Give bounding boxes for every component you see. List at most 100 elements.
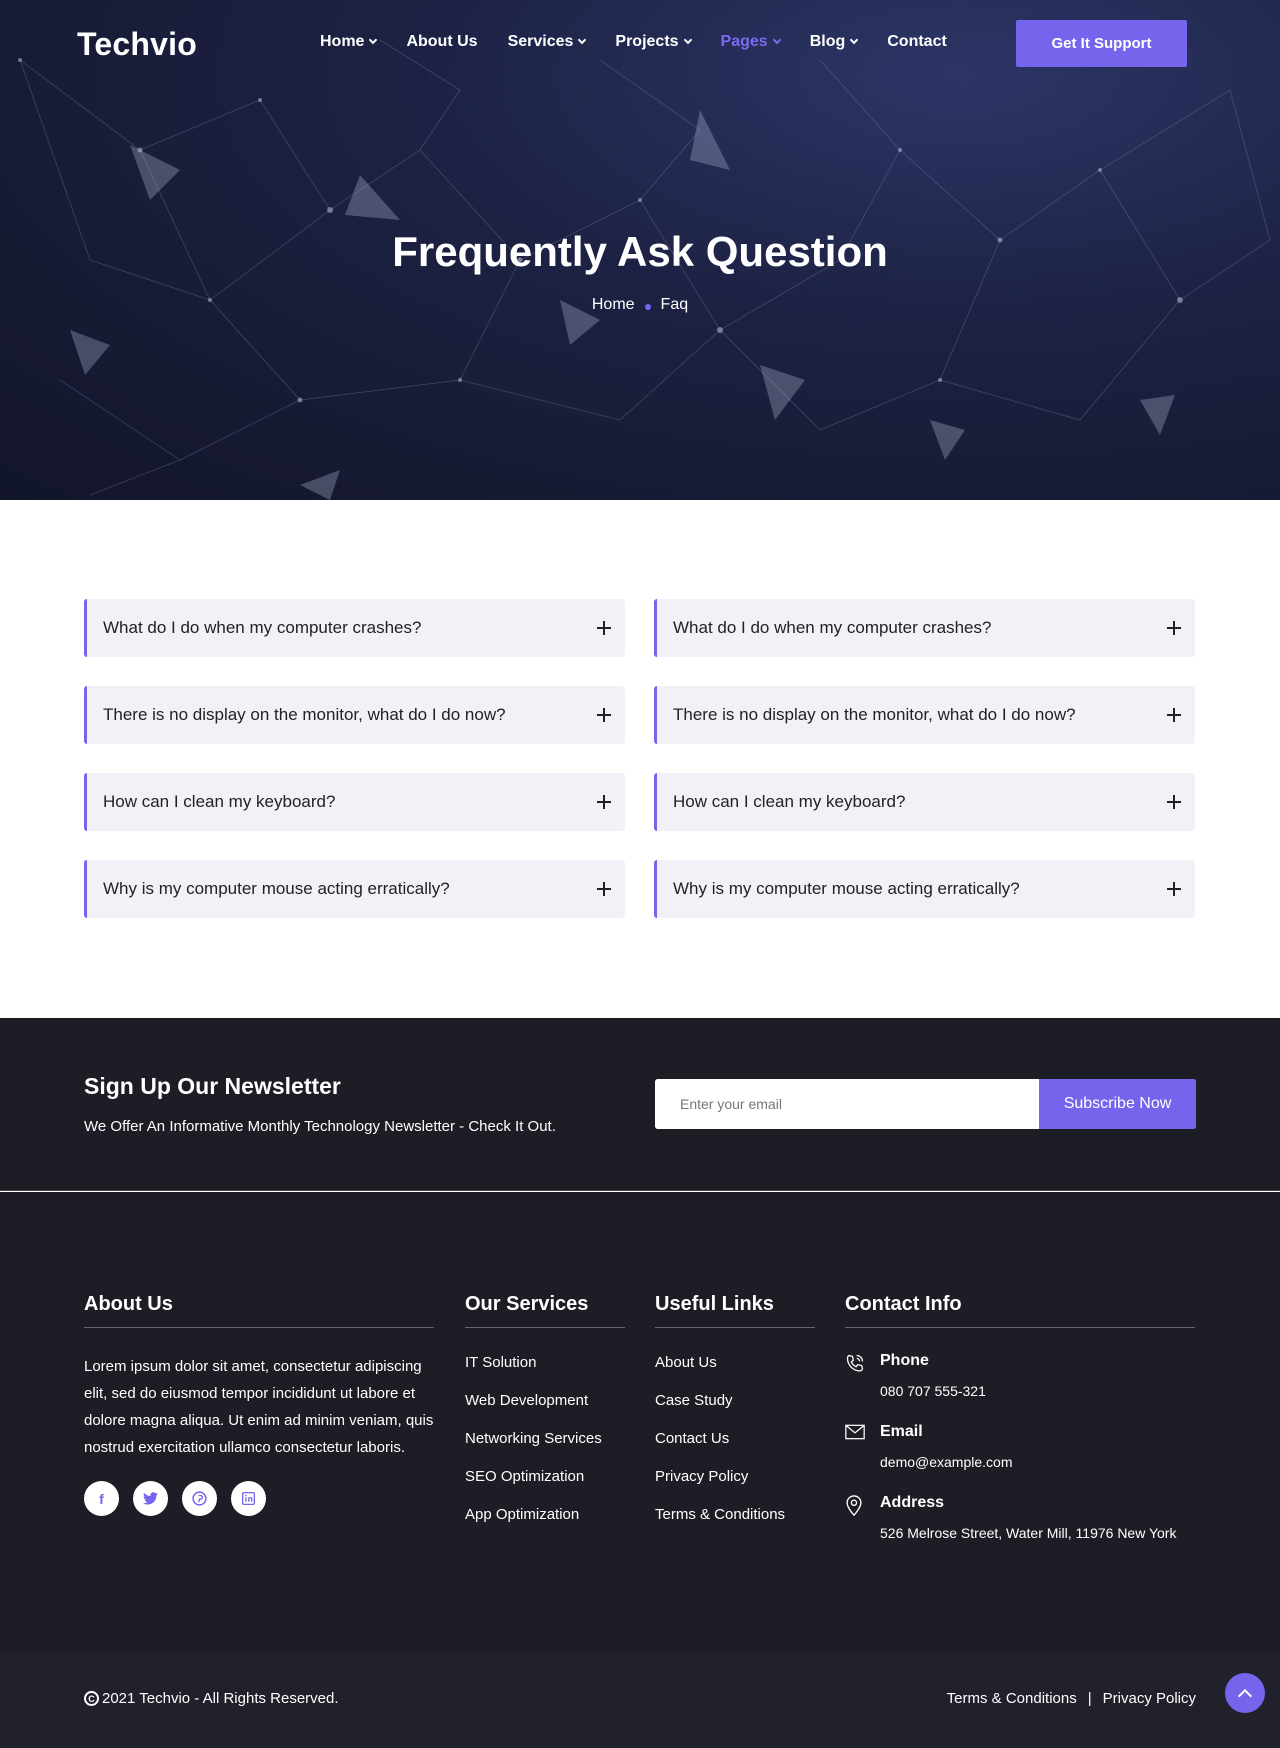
chevron-down-icon bbox=[849, 35, 859, 45]
footer-about-text: Lorem ipsum dolor sit amet, consectetur … bbox=[84, 1358, 434, 1456]
nav-pages[interactable]: Pages bbox=[721, 33, 781, 51]
plus-icon[interactable] bbox=[597, 795, 611, 809]
social-links: f bbox=[84, 1481, 434, 1516]
location-icon bbox=[845, 1494, 880, 1541]
chevron-down-icon bbox=[772, 35, 781, 45]
footer: About Us Lorem ipsum dolor sit amet, con… bbox=[0, 1192, 1280, 1652]
faq-item[interactable]: There is no display on the monitor, what… bbox=[84, 686, 625, 744]
footer-link[interactable]: About Us bbox=[655, 1354, 815, 1371]
copyright-icon: C bbox=[84, 1691, 99, 1706]
nav-home[interactable]: Home bbox=[320, 33, 378, 51]
faq-question: How can I clean my keyboard? bbox=[673, 792, 906, 811]
plus-icon[interactable] bbox=[1167, 621, 1181, 635]
faq-item[interactable]: Why is my computer mouse acting erratica… bbox=[654, 860, 1195, 918]
newsletter-form: Subscribe Now bbox=[655, 1079, 1196, 1129]
contact-label: Phone bbox=[880, 1352, 929, 1369]
copyright-text: 2021 Techvio - All Rights Reserved. bbox=[102, 1690, 339, 1707]
footer-link[interactable]: Privacy Policy bbox=[655, 1468, 815, 1485]
hero-banner: Techvio Home About Us Services Projects … bbox=[0, 0, 1280, 500]
footer-link[interactable]: App Optimization bbox=[465, 1506, 625, 1523]
footer-about-title: About Us bbox=[84, 1293, 434, 1328]
faq-question: How can I clean my keyboard? bbox=[103, 792, 336, 811]
site-logo[interactable]: Techvio bbox=[77, 26, 197, 63]
faq-question: What do I do when my computer crashes? bbox=[673, 618, 992, 637]
footer-link[interactable]: Case Study bbox=[655, 1392, 815, 1409]
linkedin-icon[interactable] bbox=[231, 1481, 266, 1516]
chevron-down-icon bbox=[683, 35, 692, 45]
copyright: C 2021 Techvio - All Rights Reserved. bbox=[84, 1690, 339, 1707]
chevron-down-icon bbox=[369, 35, 378, 45]
footer-services-title: Our Services bbox=[465, 1293, 625, 1328]
contact-label: Email bbox=[880, 1423, 923, 1440]
copyright-bar: C 2021 Techvio - All Rights Reserved. Te… bbox=[0, 1652, 1280, 1748]
email-input[interactable] bbox=[655, 1079, 1039, 1129]
footer-services: Our Services IT Solution Web Development… bbox=[465, 1293, 625, 1544]
faq-item[interactable]: How can I clean my keyboard? bbox=[84, 773, 625, 831]
main-nav: Home About Us Services Projects Pages Bl… bbox=[320, 33, 977, 51]
plus-icon[interactable] bbox=[597, 621, 611, 635]
faq-question: There is no display on the monitor, what… bbox=[673, 705, 1076, 724]
footer-about: About Us Lorem ipsum dolor sit amet, con… bbox=[84, 1293, 434, 1516]
chevron-up-icon bbox=[1237, 1688, 1253, 1703]
breadcrumb-home[interactable]: Home bbox=[592, 296, 635, 314]
subscribe-button[interactable]: Subscribe Now bbox=[1039, 1079, 1196, 1129]
back-to-top-button[interactable] bbox=[1225, 1673, 1265, 1713]
nav-about[interactable]: About Us bbox=[406, 33, 477, 51]
footer-contact-title: Contact Info bbox=[845, 1293, 1195, 1328]
pinterest-icon[interactable] bbox=[182, 1481, 217, 1516]
plus-icon[interactable] bbox=[597, 708, 611, 722]
footer-link[interactable]: Contact Us bbox=[655, 1430, 815, 1447]
faq-item[interactable]: How can I clean my keyboard? bbox=[654, 773, 1195, 831]
email-icon bbox=[845, 1423, 880, 1470]
faq-question: Why is my computer mouse acting erratica… bbox=[103, 879, 450, 898]
faq-item[interactable]: What do I do when my computer crashes? bbox=[654, 599, 1195, 657]
footer-contact: Contact Info Phone 080 707 555-321 Email… bbox=[845, 1293, 1195, 1541]
newsletter-title: Sign Up Our Newsletter bbox=[84, 1073, 341, 1099]
twitter-icon[interactable] bbox=[133, 1481, 168, 1516]
plus-icon[interactable] bbox=[1167, 795, 1181, 809]
contact-value: 526 Melrose Street, Water Mill, 11976 Ne… bbox=[880, 1525, 1177, 1541]
contact-address: Address 526 Melrose Street, Water Mill, … bbox=[845, 1494, 1195, 1541]
breadcrumb-separator bbox=[644, 304, 651, 310]
facebook-icon[interactable]: f bbox=[84, 1481, 119, 1516]
plus-icon[interactable] bbox=[1167, 708, 1181, 722]
contact-email: Email demo@example.com bbox=[845, 1423, 1195, 1470]
nav-blog[interactable]: Blog bbox=[810, 33, 859, 51]
privacy-link[interactable]: Privacy Policy bbox=[1103, 1690, 1196, 1707]
footer-useful-title: Useful Links bbox=[655, 1293, 815, 1328]
faq-question: Why is my computer mouse acting erratica… bbox=[673, 879, 1020, 898]
faq-question: What do I do when my computer crashes? bbox=[103, 618, 422, 637]
nav-contact[interactable]: Contact bbox=[887, 33, 947, 51]
contact-value[interactable]: 080 707 555-321 bbox=[880, 1383, 986, 1399]
footer-useful-links: Useful Links About Us Case Study Contact… bbox=[655, 1293, 815, 1544]
terms-link[interactable]: Terms & Conditions bbox=[947, 1690, 1077, 1707]
services-list: IT Solution Web Development Networking S… bbox=[465, 1354, 625, 1523]
plus-icon[interactable] bbox=[597, 882, 611, 896]
get-support-button[interactable]: Get It Support bbox=[1016, 20, 1187, 67]
breadcrumb-current: Faq bbox=[660, 296, 689, 313]
footer-link[interactable]: SEO Optimization bbox=[465, 1468, 625, 1485]
contact-value[interactable]: demo@example.com bbox=[880, 1454, 1013, 1470]
footer-link[interactable]: Networking Services bbox=[465, 1430, 625, 1447]
newsletter-section: Sign Up Our Newsletter We Offer An Infor… bbox=[0, 1018, 1280, 1191]
newsletter-subtitle: We Offer An Informative Monthly Technolo… bbox=[84, 1118, 556, 1135]
footer-link[interactable]: IT Solution bbox=[465, 1354, 625, 1371]
breadcrumb: Home Faq bbox=[0, 296, 1280, 314]
useful-links-list: About Us Case Study Contact Us Privacy P… bbox=[655, 1354, 815, 1523]
contact-phone: Phone 080 707 555-321 bbox=[845, 1352, 1195, 1399]
footer-link[interactable]: Terms & Conditions bbox=[655, 1506, 815, 1523]
contact-label: Address bbox=[880, 1494, 945, 1511]
plus-icon[interactable] bbox=[1167, 882, 1181, 896]
nav-projects[interactable]: Projects bbox=[615, 33, 692, 51]
page-title: Frequently Ask Question bbox=[392, 228, 888, 275]
phone-icon bbox=[845, 1352, 880, 1399]
legal-separator: | bbox=[1087, 1690, 1092, 1707]
faq-item[interactable]: Why is my computer mouse acting erratica… bbox=[84, 860, 625, 918]
nav-services[interactable]: Services bbox=[508, 33, 587, 51]
faq-question: There is no display on the monitor, what… bbox=[103, 705, 506, 724]
faq-item[interactable]: What do I do when my computer crashes? bbox=[84, 599, 625, 657]
chevron-down-icon bbox=[578, 35, 587, 45]
legal-links: Terms & Conditions | Privacy Policy bbox=[947, 1690, 1196, 1707]
faq-item[interactable]: There is no display on the monitor, what… bbox=[654, 686, 1195, 744]
footer-link[interactable]: Web Development bbox=[465, 1392, 625, 1409]
